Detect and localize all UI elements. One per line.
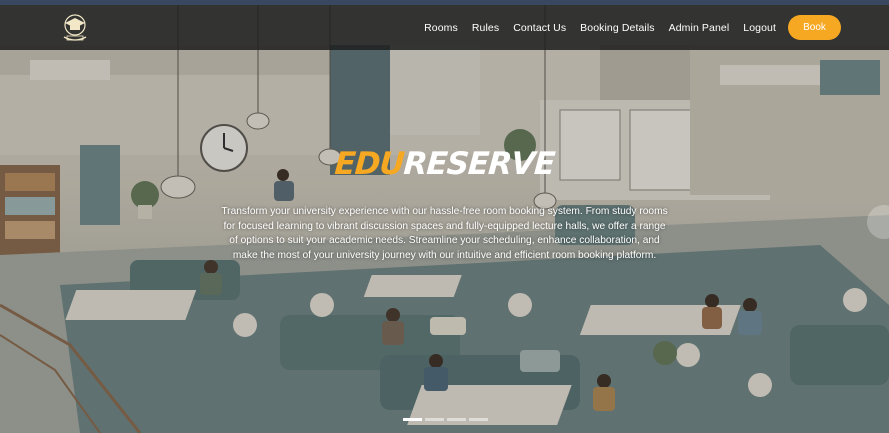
book-button[interactable]: Book xyxy=(788,15,841,40)
brand-suffix: RESERVE xyxy=(402,146,556,182)
navbar: Rooms Rules Contact Us Booking Details A… xyxy=(0,5,889,50)
nav-contact-us[interactable]: Contact Us xyxy=(513,22,566,34)
nav-rooms[interactable]: Rooms xyxy=(424,22,458,34)
hero-brand-title: EDURESERVE xyxy=(0,146,889,182)
nav-logout[interactable]: Logout xyxy=(743,22,776,34)
carousel-indicator[interactable] xyxy=(447,418,466,421)
nav-admin-panel[interactable]: Admin Panel xyxy=(669,22,730,34)
brand-prefix: EDU xyxy=(333,146,406,182)
carousel-indicator[interactable] xyxy=(469,418,488,421)
carousel-indicator[interactable] xyxy=(403,418,422,421)
nav-links: Rooms Rules Contact Us Booking Details A… xyxy=(410,5,841,50)
hero-description: Transform your university experience wit… xyxy=(221,206,668,261)
carousel-indicators xyxy=(403,418,491,421)
carousel-indicator[interactable] xyxy=(425,418,444,421)
nav-rules[interactable]: Rules xyxy=(472,22,499,34)
nav-booking-details[interactable]: Booking Details xyxy=(580,22,654,34)
graduation-cap-crest-icon[interactable] xyxy=(58,11,92,45)
